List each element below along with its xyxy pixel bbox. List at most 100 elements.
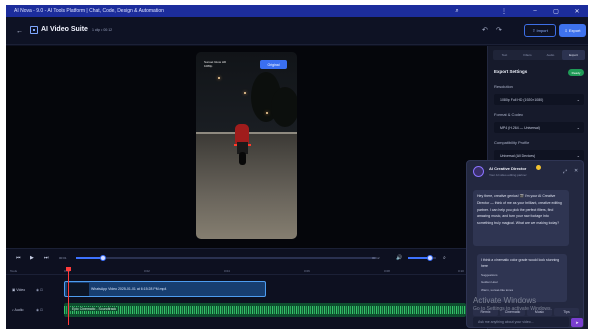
status-badge: Ready — [568, 69, 584, 76]
eye-icon[interactable]: ◉ — [36, 308, 39, 312]
download-icon: ⇩ — [564, 28, 568, 33]
scrub-track[interactable] — [76, 257, 376, 259]
compatibility-label: Compatibility Profile — [494, 140, 530, 145]
tab-filters[interactable]: Filters — [516, 50, 539, 60]
ai-avatar — [473, 166, 484, 177]
play-icon[interactable]: ▶ — [30, 255, 34, 261]
video-clip[interactable]: WhatsApp Video 2025-01-01 at 6:15:28 PM.… — [64, 281, 266, 297]
caption-line: 1080p — [204, 64, 213, 68]
current-time: 00:01 — [59, 256, 67, 260]
volume-handle[interactable] — [427, 255, 434, 261]
lock-icon[interactable]: ⊡ — [40, 308, 43, 312]
video-preview: Sunset Glow HD 1080p Original — [6, 46, 487, 248]
clip-thumbnail — [67, 283, 89, 296]
app-window: AI Nova - 9.0 - AI Tools Platform | Chat… — [6, 5, 588, 329]
skip-forward-icon[interactable]: ⏭ — [44, 255, 49, 261]
app-header: ← AI Video Suite 1 clip • 00:12 ↶ ↷ ⇪ Im… — [6, 17, 588, 45]
more-icon[interactable]: ⋮ — [501, 8, 507, 15]
back-icon[interactable]: ← — [16, 28, 23, 35]
minimize-icon[interactable]: – — [532, 8, 538, 14]
format-select[interactable]: MP4 (H.264 — Universal) ⌄ — [494, 122, 584, 133]
playhead[interactable] — [68, 267, 69, 325]
import-button[interactable]: ⇪ Import — [524, 24, 556, 37]
video-track-label: ▣ Video — [12, 288, 25, 292]
format-value: MP4 (H.264 — Universal) — [500, 125, 540, 130]
tab-export[interactable]: Export — [562, 50, 585, 60]
scrub-handle[interactable] — [100, 255, 106, 261]
resolution-label: Resolution — [494, 84, 513, 89]
original-toggle-button[interactable]: Original — [260, 60, 287, 69]
ruler-tick: 0:02 — [144, 269, 150, 273]
lock-icon[interactable]: ⊡ — [40, 288, 43, 292]
app-title: AI Video Suite — [41, 26, 88, 33]
undo-icon[interactable]: ↶ — [482, 26, 488, 34]
chevron-down-icon: ⌄ — [576, 153, 580, 158]
scrub-progress — [76, 257, 103, 259]
tail-light — [248, 144, 251, 146]
activate-windows-watermark: Activate Windows — [473, 296, 537, 305]
user-message-text: I think a cinematic color grade would lo… — [481, 258, 560, 268]
ruler-tick: 0:04 — [224, 269, 230, 273]
title-bar: AI Nova - 9.0 - AI Tools Platform | Chat… — [6, 5, 588, 17]
user-message: I think a cinematic color grade would lo… — [477, 254, 567, 302]
redo-icon[interactable]: ↷ — [496, 26, 502, 34]
ruler-tick: 0:08 — [384, 269, 390, 273]
ruler-tick: 0:06 — [304, 269, 310, 273]
panel-tabs: Text Filters Audio Export — [493, 50, 585, 60]
eye-icon[interactable]: ◉ — [36, 288, 39, 292]
audio-track-name: Audio — [14, 308, 24, 312]
suggestion-item[interactable]: Golden Hour — [481, 279, 498, 285]
tail-light — [234, 144, 237, 146]
skip-back-icon[interactable]: ⏮ — [16, 255, 21, 261]
audio-waveform — [64, 306, 466, 314]
suggestion-item[interactable]: Warm, sunset-like tones — [481, 287, 513, 293]
tools-label: Tools — [10, 269, 18, 273]
compatibility-value: Universal (All Devices) — [500, 153, 536, 158]
send-button[interactable]: ➤ — [571, 318, 583, 327]
export-label: Export — [568, 28, 581, 33]
close-icon[interactable]: ✕ — [574, 8, 580, 15]
chat-input[interactable]: Ask me anything about your video... — [473, 317, 569, 327]
resolution-select[interactable]: 1080p Full HD (1920×1080) ⌄ — [494, 94, 584, 105]
video-caption: Sunset Glow HD 1080p — [204, 60, 226, 68]
close-icon[interactable]: ✕ — [574, 168, 578, 174]
project-name: 1 clip • 00:12 — [92, 28, 113, 32]
zoom-icon[interactable]: ⌕ — [443, 255, 446, 261]
tips-button[interactable]: Tips — [554, 308, 579, 316]
motorcycle-rider — [232, 124, 254, 166]
street-lamp — [218, 77, 220, 79]
video-track-name: Video — [16, 288, 26, 292]
tab-audio[interactable]: Audio — [539, 50, 562, 60]
chevron-down-icon: ⌄ — [576, 97, 580, 102]
import-label: Import — [536, 28, 548, 33]
send-icon: ➤ — [575, 320, 579, 325]
maximize-icon[interactable]: ▢ — [553, 8, 559, 15]
audio-clip-name: Epic Cinematic - Soundtrack — [70, 307, 119, 311]
upload-icon: ⇪ — [532, 28, 536, 33]
original-label: Original — [267, 62, 280, 67]
suggestions-label: Suggestions — [481, 273, 498, 277]
timeline-ruler: Tools 0:00 0:02 0:04 0:06 0:08 0:10 — [6, 267, 487, 275]
audio-clip[interactable]: Epic Cinematic - Soundtrack — [64, 303, 466, 317]
video-logo-icon — [30, 26, 38, 34]
chevron-down-icon: ⌄ — [576, 125, 580, 130]
video-clip-name: WhatsApp Video 2025-01-01 at 6:15:28 PM.… — [91, 287, 167, 291]
video-frame[interactable]: Sunset Glow HD 1080p Original — [196, 52, 297, 239]
street-lamp — [266, 112, 268, 114]
video-track-controls: ◉ ⊡ — [36, 288, 43, 292]
audio-track-label: ♪ Audio — [12, 308, 23, 312]
expand-icon[interactable]: ⤢ — [563, 169, 567, 175]
export-settings-title: Export Settings — [494, 69, 528, 74]
volume-icon[interactable]: 🔊 — [396, 255, 402, 261]
street-lamp — [244, 92, 246, 94]
emoji-icon — [536, 165, 541, 170]
tab-text[interactable]: Text — [493, 50, 516, 60]
chat-subtitle: Your AI video editing partner — [489, 173, 527, 177]
video-track-icon: ▣ — [12, 288, 16, 292]
format-label: Format & Codec — [494, 112, 524, 117]
playback-controls: ⏮ ▶ ⏭ 00:01 00:12 🔊 ⌕ — [6, 248, 487, 266]
export-button[interactable]: ⇩ Export — [559, 24, 586, 37]
activate-windows-hint: Go to Settings to activate Windows. — [473, 306, 552, 312]
ai-message: Hey there, creative genius! 🎬 I'm your A… — [473, 190, 569, 246]
search-icon[interactable]: ⌕ — [454, 8, 460, 14]
